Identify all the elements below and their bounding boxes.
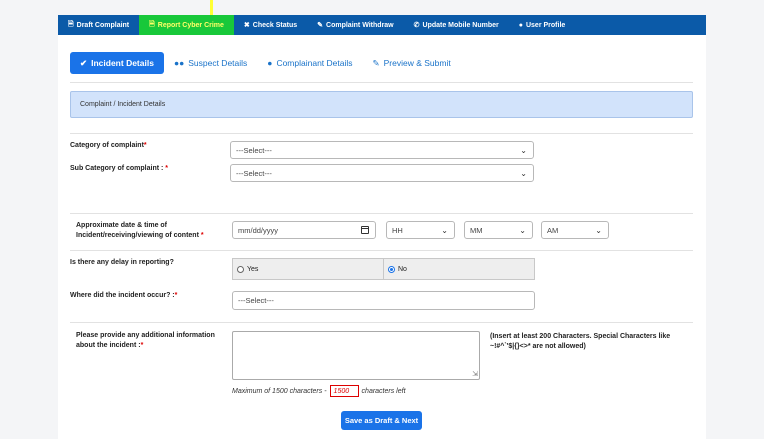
edit-icon: ✎ [372,57,380,68]
subcategory-label: Sub Category of complaint : * [70,165,169,172]
file-icon: 🗎 [68,20,74,28]
divider [70,133,693,134]
chevron-down-icon: ⌄ [519,226,526,235]
additional-info-textarea[interactable]: ⇲ [232,331,480,380]
calendar-icon [361,226,369,234]
chevron-down-icon: ⌄ [441,226,448,235]
nav-complaint-withdraw[interactable]: ✎ Complaint Withdraw [307,15,403,35]
tab-suspect-details[interactable]: ●● Suspect Details [164,52,257,74]
location-select[interactable]: ---Select--- [232,291,535,310]
divider [70,322,693,323]
radio-no[interactable] [388,265,395,273]
additional-info-label: Please provide any additional informatio… [76,332,215,349]
check-icon: ✔ [80,57,88,68]
step-tabs: ✔ Incident Details ●● Suspect Details ● … [70,52,461,74]
category-select[interactable]: ---Select--- ⌄ [230,141,534,159]
location-label: Where did the incident occur? :* [70,292,178,299]
incident-date-label: Approximate date & time of Incident/rece… [76,222,204,239]
delay-radio-group: Yes No [232,258,535,280]
char-counter: Maximum of 1500 characters - 1500 charac… [232,385,406,397]
tab-incident-details[interactable]: ✔ Incident Details [70,52,164,74]
nav-check-status[interactable]: ✖ Check Status [234,15,307,35]
form-card: ✔ Incident Details ●● Suspect Details ● … [58,35,706,439]
highlight-marker [210,0,213,15]
divider [70,250,693,251]
incident-date-input[interactable]: mm/dd/yyyy [232,221,376,239]
divider [70,213,693,214]
hour-select[interactable]: HH ⌄ [386,221,455,239]
top-navigation: 🗎 Draft Complaint 🗎 Report Cyber Crime ✖… [58,15,706,35]
nav-report-cyber-crime[interactable]: 🗎 Report Cyber Crime [139,15,234,35]
delay-no-option[interactable]: No [383,259,534,279]
user-icon: ● [518,21,523,29]
divider [70,82,693,83]
chevron-down-icon: ⌄ [520,146,527,155]
info-note: (Insert at least 200 Characters. Special… [490,333,671,350]
delay-label: Is there any delay in reporting? [70,259,174,266]
resize-grip-icon[interactable]: ⇲ [472,371,478,378]
edit-icon: ✎ [317,22,324,29]
category-label: Category of complaint* [70,142,147,149]
chevron-down-icon: ⌄ [520,169,527,178]
tab-complainant-details[interactable]: ● Complainant Details [257,52,362,74]
nav-user-profile[interactable]: ● User Profile [509,15,576,35]
delay-yes-option[interactable]: Yes [233,259,383,279]
tab-preview-submit[interactable]: ✎ Preview & Submit [363,52,461,74]
minute-select[interactable]: MM ⌄ [464,221,533,239]
nav-update-mobile[interactable]: ✆ Update Mobile Number [404,15,509,35]
nav-draft-complaint[interactable]: 🗎 Draft Complaint [58,15,139,35]
close-icon: ✖ [243,22,250,29]
section-header: Complaint / Incident Details [70,91,693,118]
users-icon: ●● [173,58,185,68]
radio-yes[interactable] [237,265,244,273]
phone-icon: ✆ [413,22,420,29]
chevron-down-icon: ⌄ [595,226,602,235]
ampm-select[interactable]: AM ⌄ [541,221,609,239]
save-draft-next-button[interactable]: Save as Draft & Next [341,411,422,430]
subcategory-select[interactable]: ---Select--- ⌄ [230,164,534,182]
char-count-value: 1500 [329,385,359,397]
file-icon: 🗎 [149,20,155,28]
user-icon: ● [267,58,273,68]
